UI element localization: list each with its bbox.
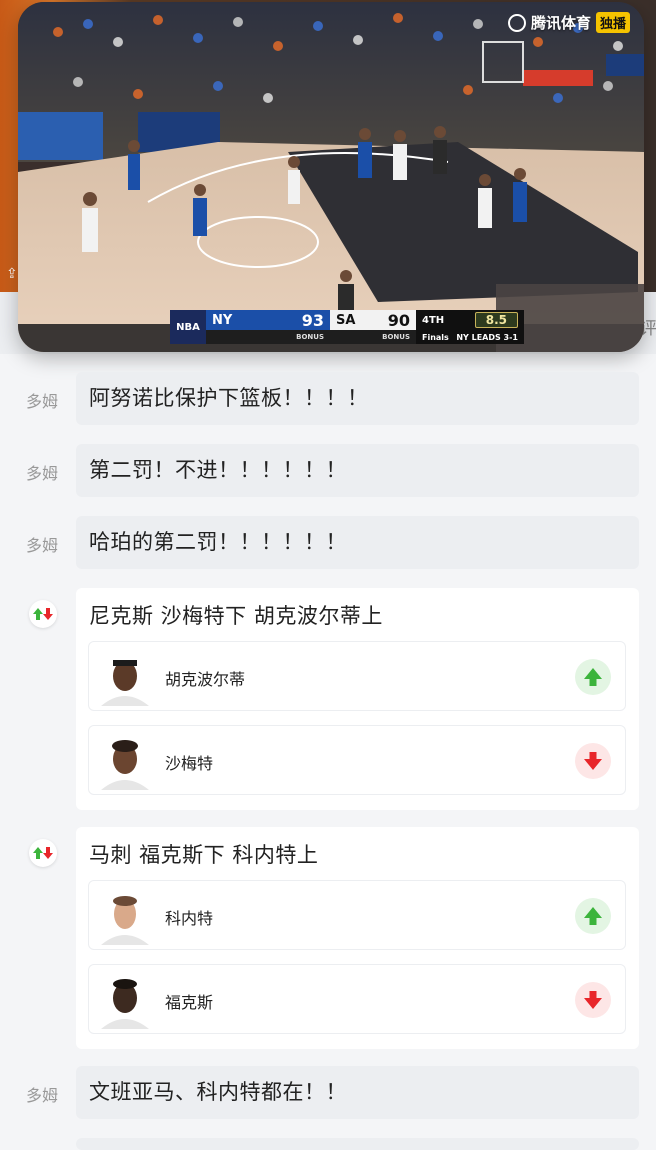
home-team-score: NY 93 BONUS bbox=[206, 310, 330, 344]
arrow-up-icon bbox=[575, 898, 611, 934]
player-name: 沙梅特 bbox=[165, 754, 214, 773]
substitution-icon bbox=[29, 839, 57, 867]
commentary-bubble-partial bbox=[76, 1138, 639, 1150]
commentary-text: 哈珀的第二罚！！！！！！ bbox=[76, 516, 639, 569]
player-name: 福克斯 bbox=[165, 993, 214, 1012]
commentator-name: 多姆 bbox=[26, 392, 59, 411]
commentary-text: 第二罚！不进！！！！！！ bbox=[76, 444, 639, 497]
player-name: 胡克波尔蒂 bbox=[165, 670, 246, 689]
away-bonus: BONUS bbox=[330, 330, 416, 344]
substitution-card: 尼克斯 沙梅特下 胡克波尔蒂上 胡克波尔蒂 沙梅特 bbox=[76, 588, 639, 810]
player-avatar bbox=[97, 973, 153, 1029]
away-team-score: SA 90 BONUS bbox=[330, 310, 416, 344]
exclusive-tag: 独播 bbox=[595, 12, 630, 33]
video-player[interactable]: 腾讯体育 独播 NBA NY 93 BONUS SA 90 BONUS 4TH … bbox=[18, 2, 644, 352]
commentator-name: 多姆 bbox=[26, 536, 59, 555]
away-team-name: SA bbox=[336, 312, 356, 328]
series-status: NY LEADS 3-1 bbox=[456, 332, 518, 342]
home-score: 93 bbox=[301, 310, 324, 330]
commentator-name: 多姆 bbox=[26, 1086, 59, 1105]
home-team-name: NY bbox=[212, 312, 233, 328]
substitution-icon bbox=[29, 600, 57, 628]
game-clock-panel: 4TH 8.5 Finals NY LEADS 3-1 bbox=[416, 310, 524, 344]
home-bonus: BONUS bbox=[206, 330, 330, 344]
finals-logo: Finals bbox=[422, 332, 449, 342]
arrow-up-icon bbox=[575, 659, 611, 695]
arrow-down-icon bbox=[575, 743, 611, 779]
nba-logo-icon: NBA bbox=[170, 310, 206, 344]
commentary-text: 阿努诺比保护下篮板！！！！ bbox=[76, 372, 639, 425]
quarter: 4TH bbox=[422, 314, 445, 326]
brand-name: 腾讯体育 bbox=[530, 14, 591, 32]
scoreboard: NBA NY 93 BONUS SA 90 BONUS 4TH 8.5 Fina… bbox=[170, 310, 524, 344]
away-score: 90 bbox=[387, 310, 410, 330]
substitution-title: 尼克斯 沙梅特下 胡克波尔蒂上 bbox=[89, 604, 383, 628]
game-frame bbox=[18, 2, 644, 352]
substitution-title: 马刺 福克斯下 科内特上 bbox=[89, 843, 319, 867]
broadcaster-brand: 腾讯体育 独播 bbox=[507, 12, 630, 33]
player-avatar bbox=[97, 734, 153, 790]
player-in-row[interactable]: 胡克波尔蒂 bbox=[88, 641, 626, 711]
player-avatar bbox=[97, 889, 153, 945]
commentator-name: 多姆 bbox=[26, 464, 59, 483]
player-avatar bbox=[97, 650, 153, 706]
substitution-card: 马刺 福克斯下 科内特上 科内特 福克斯 bbox=[76, 827, 639, 1049]
player-name: 科内特 bbox=[165, 909, 214, 928]
player-in-row[interactable]: 科内特 bbox=[88, 880, 626, 950]
tencent-sports-logo-icon bbox=[507, 13, 526, 32]
shot-clock: 8.5 bbox=[474, 312, 518, 328]
player-out-row[interactable]: 福克斯 bbox=[88, 964, 626, 1034]
commentary-text: 文班亚马、科内特都在！！ bbox=[76, 1066, 639, 1119]
arrow-down-icon bbox=[575, 982, 611, 1018]
player-out-row[interactable]: 沙梅特 bbox=[88, 725, 626, 795]
